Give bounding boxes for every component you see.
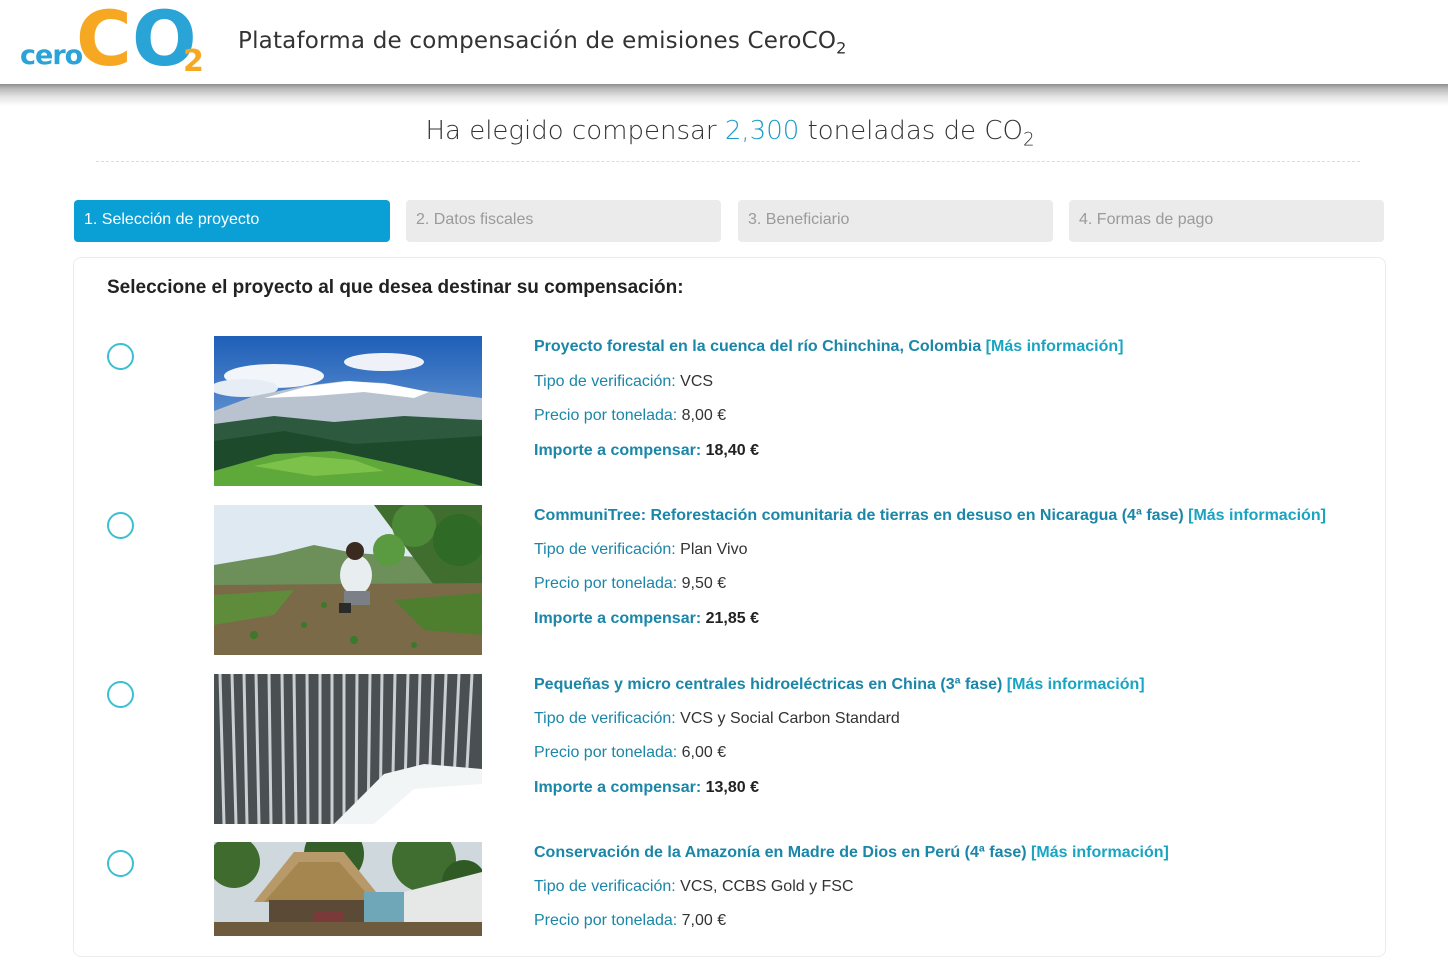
header-shadow (0, 84, 1448, 106)
verification-line: Tipo de verificación: VCS (534, 373, 713, 391)
price-value: 9,50 € (681, 575, 727, 592)
price-line: Precio por tonelada: 6,00 € (534, 744, 726, 762)
amount-label: Importe a compensar: (534, 779, 702, 796)
project-radio[interactable] (107, 850, 134, 877)
project-title-text: CommuniTree: Reforestación comunitaria d… (534, 507, 1184, 524)
platform-title: Plataforma de compensación de emisiones … (238, 28, 847, 58)
amount-line: Importe a compensar: 18,40 € (534, 442, 759, 460)
amount-label: Importe a compensar: (534, 610, 702, 627)
verification-line: Tipo de verificación: Plan Vivo (534, 541, 747, 559)
project-radio[interactable] (107, 343, 134, 370)
platform-title-text: Plataforma de compensación de emisiones … (238, 28, 837, 54)
more-info-link[interactable]: [Más información] (1007, 676, 1145, 693)
more-info-link[interactable]: [Más información] (1031, 844, 1169, 861)
headline-subscript: 2 (1022, 129, 1035, 151)
price-label: Precio por tonelada: (534, 912, 678, 929)
price-value: 6,00 € (681, 744, 727, 761)
verification-label: Tipo de verificación: (534, 878, 676, 895)
project-title-text: Conservación de la Amazonía en Madre de … (534, 844, 1027, 861)
verification-line: Tipo de verificación: VCS y Social Carbo… (534, 710, 900, 728)
page-header: cero C O 2 Plataforma de compensación de… (0, 0, 1448, 84)
project-image-mountain (214, 336, 482, 486)
headline-divider (96, 161, 1360, 162)
project-image-waterfall (214, 674, 482, 824)
price-value: 8,00 € (681, 407, 727, 424)
logo-text-2: 2 (183, 44, 204, 79)
ceroco2-logo[interactable]: cero C O 2 (20, 0, 210, 83)
project-radio[interactable] (107, 512, 134, 539)
verification-value: VCS y Social Carbon Standard (680, 710, 900, 727)
project-radio[interactable] (107, 681, 134, 708)
amount-label: Importe a compensar: (534, 442, 702, 459)
step-beneficiary[interactable]: 3. Beneficiario (738, 200, 1053, 242)
step-payment-methods[interactable]: 4. Formas de pago (1069, 200, 1384, 242)
project-title-text: Proyecto forestal en la cuenca del río C… (534, 338, 982, 355)
project-image-farmer (214, 505, 482, 655)
project-item: CommuniTree: Reforestación comunitaria d… (0, 505, 1448, 665)
price-label: Precio por tonelada: (534, 744, 678, 761)
project-item: Proyecto forestal en la cuenca del río C… (0, 336, 1448, 496)
logo-text-c: C (76, 0, 132, 83)
price-line: Precio por tonelada: 7,00 € (534, 912, 726, 930)
more-info-link[interactable]: [Más información] (1188, 507, 1326, 524)
project-title: Conservación de la Amazonía en Madre de … (534, 844, 1169, 862)
verification-value: VCS, CCBS Gold y FSC (680, 878, 854, 895)
project-title: Pequeñas y micro centrales hidroeléctric… (534, 676, 1145, 694)
amount-line: Importe a compensar: 21,85 € (534, 610, 759, 628)
verification-label: Tipo de verificación: (534, 541, 676, 558)
verification-value: Plan Vivo (680, 541, 748, 558)
amount-value: 18,40 € (705, 442, 759, 459)
amount-value: 21,85 € (705, 610, 759, 627)
more-info-link[interactable]: [Más información] (986, 338, 1124, 355)
amount-value: 13,80 € (705, 779, 759, 796)
step-project-selection[interactable]: 1. Selección de proyecto (74, 200, 390, 242)
price-label: Precio por tonelada: (534, 407, 678, 424)
project-title: Proyecto forestal en la cuenca del río C… (534, 338, 1123, 356)
project-title: CommuniTree: Reforestación comunitaria d… (534, 507, 1326, 525)
compensation-headline: Ha elegido compensar 2,300 toneladas de … (0, 116, 1448, 150)
price-line: Precio por tonelada: 8,00 € (534, 407, 726, 425)
verification-value: VCS (680, 373, 714, 390)
headline-amount: 2,300 (724, 116, 800, 146)
price-value: 7,00 € (681, 912, 727, 929)
headline-suffix: toneladas de CO (799, 116, 1023, 146)
headline-prefix: Ha elegido compensar (425, 116, 725, 146)
step-fiscal-data[interactable]: 2. Datos fiscales (406, 200, 721, 242)
logo-text-cero: cero (20, 40, 83, 71)
platform-title-subscript: 2 (836, 38, 847, 58)
project-title-text: Pequeñas y micro centrales hidroeléctric… (534, 676, 1003, 693)
verification-line: Tipo de verificación: VCS, CCBS Gold y F… (534, 878, 854, 896)
amount-line: Importe a compensar: 13,80 € (534, 779, 759, 797)
panel-title: Seleccione el proyecto al que desea dest… (107, 277, 684, 298)
verification-label: Tipo de verificación: (534, 710, 676, 727)
verification-label: Tipo de verificación: (534, 373, 676, 390)
project-image-jungle-hut (214, 842, 482, 936)
project-item: Pequeñas y micro centrales hidroeléctric… (0, 674, 1448, 834)
project-item: Conservación de la Amazonía en Madre de … (0, 842, 1448, 936)
price-line: Precio por tonelada: 9,50 € (534, 575, 726, 593)
price-label: Precio por tonelada: (534, 575, 678, 592)
